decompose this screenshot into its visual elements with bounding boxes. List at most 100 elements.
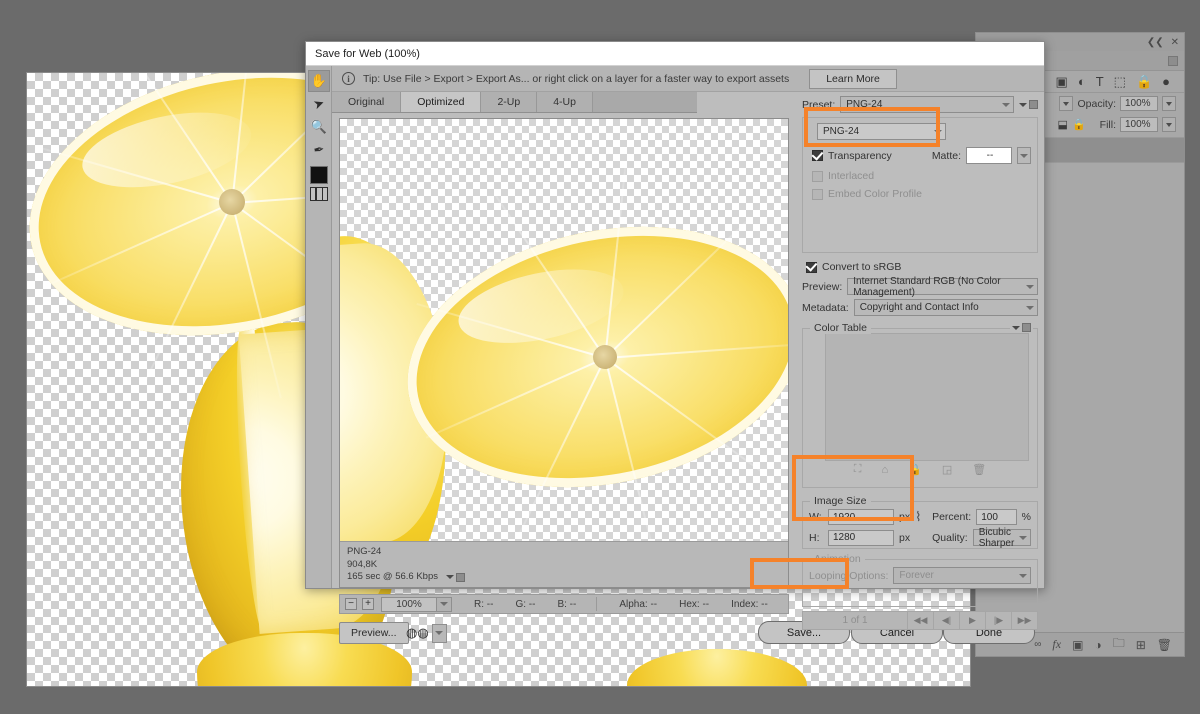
height-input[interactable]: 1280 [828,529,894,546]
width-input[interactable]: 1920 [828,509,894,525]
browser-preview-icon[interactable]: ◍◍ [406,625,429,641]
opacity-value[interactable]: 100% [1120,96,1158,111]
zoom-out-button[interactable]: − [345,598,357,610]
preview-lemon-artwork [340,119,788,587]
readout-hex: Hex: -- [679,598,710,610]
tab-original[interactable]: Original [332,92,402,112]
preview-mode-row: Preview: Internet Standard RGB (No Color… [802,275,1038,298]
zoom-level-value[interactable]: 100% [381,596,437,612]
layer-style-fx-icon[interactable]: fx [1052,637,1061,652]
filter-dot-icon[interactable]: ● [1162,74,1170,89]
blend-mode-caret[interactable] [1059,96,1074,111]
quality-label: Quality: [932,531,968,544]
color-table-title: Color Table [810,322,871,334]
type-icon[interactable]: T [1096,74,1104,89]
delete-layer-icon[interactable]: 🗑 [1157,638,1172,652]
optimized-format: PNG-24 [347,546,382,557]
zoom-and-color-readout-bar: − + 100% R: -- G: -- B: -- Alpha: -- Hex… [339,594,789,614]
tab-2up[interactable]: 2-Up [481,92,538,112]
percent-label: Percent: [932,511,972,523]
animation-section: Animation Looping Options: Forever [802,553,1038,607]
layer-mask-icon[interactable]: ▣ [1072,638,1083,652]
zoom-in-button[interactable]: + [362,598,374,610]
browser-preview-dropdown[interactable] [431,623,447,643]
preset-menu-icon[interactable] [1019,100,1038,109]
shape-icon[interactable]: ⬚ [1114,74,1126,90]
panel-menu-icon[interactable] [1168,55,1178,66]
new-group-icon[interactable]: 🗀 [1113,634,1125,655]
looping-label: Looping Options: [809,569,889,582]
play-button[interactable]: ▶ [959,612,985,629]
eyedropper-color-swatch[interactable] [310,166,328,184]
lock-transparent-pixels-icon[interactable]: ⬓ [1058,118,1068,131]
hand-tool[interactable]: ✋ [308,70,330,92]
color-table-swatches[interactable] [825,333,1029,461]
opacity-label: Opacity: [1077,97,1116,110]
download-speed-menu-icon[interactable] [445,572,465,582]
snap-to-web-palette-icon[interactable]: ⛶ [854,463,862,476]
zoom-level-dropdown[interactable] [437,596,452,612]
first-frame-button[interactable]: ◀◀ [907,612,933,629]
last-frame-button[interactable]: ▶▶ [1011,612,1037,629]
zoom-tool[interactable]: 🔍 [308,116,330,138]
eyedropper-tool[interactable]: ✒ [306,137,331,162]
lock-color-icon[interactable]: 🔒 [908,463,922,476]
lock-icon[interactable]: 🔒 [1072,118,1086,131]
preset-dropdown[interactable]: PNG-24 [840,96,1014,113]
embed-color-profile-label: Embed Color Profile [828,188,922,200]
fill-value[interactable]: 100% [1120,117,1158,132]
preview-mode-label: Preview: [802,280,843,293]
interlaced-row: Interlaced [812,170,1031,182]
embed-color-profile-checkbox[interactable] [812,188,823,200]
metadata-dropdown[interactable]: Copyright and Contact Info [853,299,1038,316]
frame-playback-bar: 1 of 1 ◀◀ ◀| ▶ |▶ ▶▶ [802,611,1038,630]
convert-srgb-checkbox[interactable] [806,261,817,273]
next-frame-button[interactable]: |▶ [985,612,1011,629]
format-row: PNG-24 [817,123,1031,140]
toggle-slices-visibility-icon[interactable] [310,187,328,201]
dialog-toolbar: ✋ ➤ 🔍 ✒ [306,66,332,588]
opacity-caret[interactable] [1162,96,1176,111]
tip-text: Tip: Use File > Export > Export As... or… [363,72,790,85]
adjustment-layer-icon[interactable]: ◑ [1094,638,1101,652]
learn-more-button[interactable]: Learn More [809,68,897,89]
interlaced-checkbox[interactable] [812,170,823,182]
close-icon[interactable]: ✕ [1171,37,1179,48]
previous-frame-button[interactable]: ◀| [933,612,959,629]
delete-color-icon[interactable]: 🗑 [972,463,986,476]
shift-color-icon[interactable]: ⌂ [881,464,888,476]
format-dropdown[interactable]: PNG-24 [817,123,946,140]
preview-mode-dropdown[interactable]: Internet Standard RGB (No Color Manageme… [847,275,1038,298]
looping-dropdown[interactable]: Forever [893,567,1031,584]
photoshop-screen: ФОТОСКЛАД.ЭКСПЕРТ ❮❮ ✕ ▣ ◐ T ⬚ 🔒 ● Opaci… [0,0,1200,714]
transparency-checkbox[interactable] [812,150,823,161]
preview-mode-value: Internet Standard RGB (No Color Manageme… [853,275,1001,298]
matte-dropdown[interactable] [1017,147,1031,164]
tab-4up[interactable]: 4-Up [537,92,593,112]
adjustment-icon[interactable]: ◐ [1078,74,1086,89]
link-constrain-proportions-icon[interactable]: ⌇ [915,509,927,525]
percent-input[interactable]: 100 [976,509,1017,525]
smart-object-icon[interactable]: 🔒 [1136,74,1152,90]
readout-alpha: Alpha: -- [619,598,658,610]
optimization-info: PNG-24 904,8K 165 sec @ 56.6 Kbps [340,541,788,587]
embed-color-profile-row: Embed Color Profile [812,188,1031,200]
color-table-menu-icon[interactable] [1010,323,1033,332]
image-thumbnail-icon[interactable]: ▣ [1056,74,1068,90]
tab-optimized[interactable]: Optimized [401,92,482,112]
preset-row: Preset: PNG-24 [802,96,1038,113]
browser-preview-control[interactable]: ◍◍ [406,622,447,644]
matte-swatch[interactable]: -- [966,147,1012,164]
new-layer-icon[interactable]: ⊞ [1136,638,1146,652]
dialog-title: Save for Web (100%) [315,47,420,60]
preview-button[interactable]: Preview... [339,622,409,644]
slice-select-tool[interactable]: ➤ [305,90,333,118]
link-layers-icon[interactable]: ∞ [1034,639,1041,650]
optimized-filesize: 904,8K [347,558,378,570]
collapse-panel-icon[interactable]: ❮❮ [1147,37,1164,48]
fill-label: Fill: [1099,118,1116,131]
new-color-icon[interactable]: ◲ [942,463,952,476]
image-preview[interactable]: PNG-24 904,8K 165 sec @ 56.6 Kbps [339,118,789,588]
fill-caret[interactable] [1162,117,1176,132]
quality-dropdown[interactable]: Bicubic Sharper [972,527,1031,549]
